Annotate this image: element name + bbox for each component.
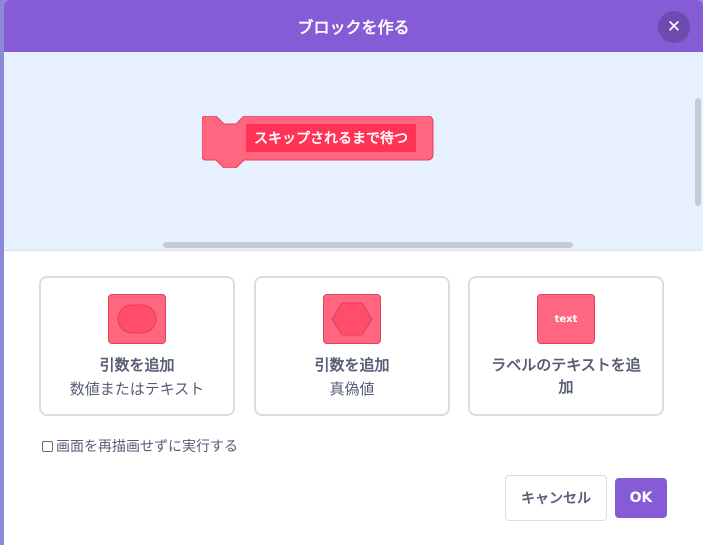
option-title: 引数を追加 xyxy=(99,356,175,374)
text-label-icon-text: text xyxy=(554,313,578,325)
vertical-scrollbar[interactable] xyxy=(695,98,701,206)
block-preview-workspace[interactable]: スキップされるまで待つ xyxy=(4,52,703,251)
make-block-dialog: ブロックを作る ✕ スキップされるまで待つ 引数を追加 数値またはテキスト 引数… xyxy=(4,0,703,545)
dialog-title: ブロックを作る xyxy=(297,18,410,37)
text-label-icon: text xyxy=(537,294,595,344)
option-title: ラベルのテキストを追加 xyxy=(491,356,641,396)
horizontal-scrollbar[interactable] xyxy=(163,242,573,248)
boolean-input-icon xyxy=(323,294,381,344)
close-button[interactable]: ✕ xyxy=(658,11,690,43)
cancel-button[interactable]: キャンセル xyxy=(505,475,607,521)
dialog-header: ブロックを作る ✕ xyxy=(4,0,703,52)
add-input-boolean-button[interactable]: 引数を追加 真偽値 xyxy=(254,276,450,416)
add-label-button[interactable]: text ラベルのテキストを追加 xyxy=(468,276,664,416)
option-subtitle: 真偽値 xyxy=(329,380,375,398)
ok-button[interactable]: OK xyxy=(615,478,667,518)
round-input-icon xyxy=(108,294,166,344)
run-without-refresh-label: 画面を再描画せずに実行する xyxy=(56,439,238,455)
add-input-number-text-button[interactable]: 引数を追加 数値またはテキスト xyxy=(39,276,235,416)
close-icon: ✕ xyxy=(666,17,682,37)
option-subtitle: 数値またはテキスト xyxy=(69,380,205,398)
block-label-input[interactable]: スキップされるまで待つ xyxy=(246,124,416,152)
run-without-refresh-row: 画面を再描画せずに実行する xyxy=(42,436,238,456)
option-title: 引数を追加 xyxy=(314,356,390,374)
run-without-refresh-checkbox[interactable] xyxy=(42,440,53,452)
custom-block-preview: スキップされるまで待つ xyxy=(201,115,438,172)
